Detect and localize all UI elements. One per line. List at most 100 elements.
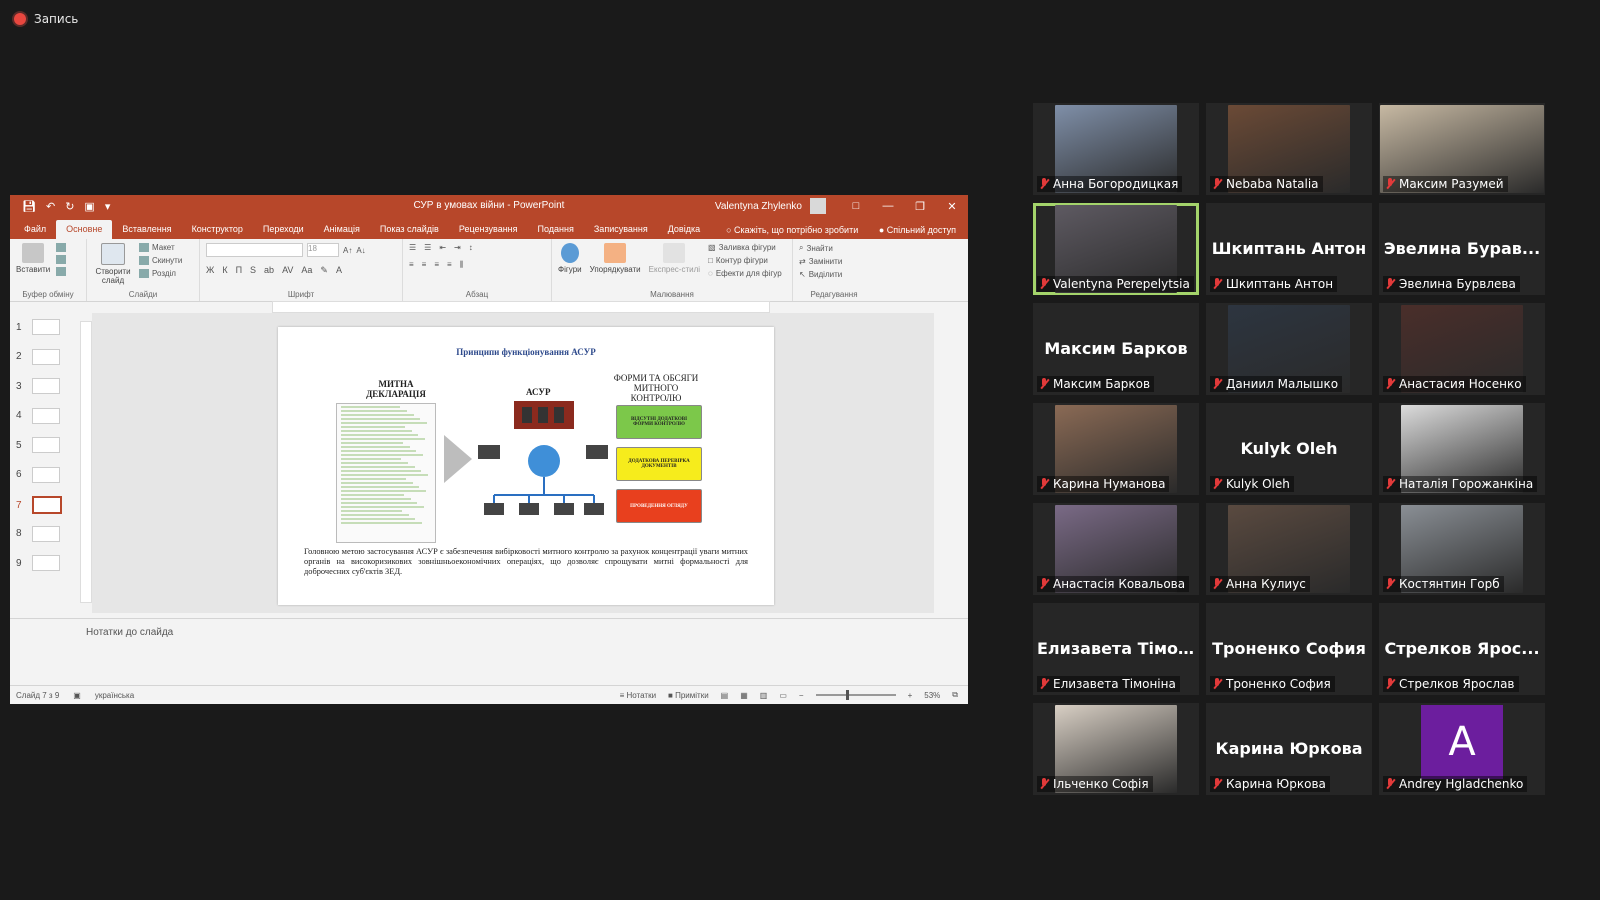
align-right-icon[interactable]: ≡: [434, 260, 439, 270]
tab-7[interactable]: Рецензування: [449, 220, 528, 239]
account-avatar-icon[interactable]: [810, 198, 826, 214]
tab-8[interactable]: Подання: [528, 220, 584, 239]
italic-icon[interactable]: К: [222, 265, 227, 276]
numbering-icon[interactable]: ☰: [424, 243, 431, 252]
grow-font-icon[interactable]: A↑: [343, 246, 352, 255]
participant-tile[interactable]: Костянтин Горб: [1379, 503, 1545, 595]
current-slide[interactable]: Принципи функціонування АСУР МИТНА ДЕКЛА…: [278, 327, 774, 605]
increase-indent-icon[interactable]: ⇥: [454, 243, 461, 252]
participant-tile[interactable]: Стрелков Ярос... Стрелков Ярослав: [1379, 603, 1545, 695]
slide-thumbnail[interactable]: 6: [16, 466, 60, 483]
tab-3[interactable]: Конструктор: [182, 220, 253, 239]
zoom-level[interactable]: 53%: [924, 691, 940, 700]
participant-tile[interactable]: Максим Барков Максим Барков: [1033, 303, 1199, 395]
justify-icon[interactable]: ≡: [447, 260, 452, 270]
accessibility-icon[interactable]: ▣: [73, 691, 81, 700]
tab-2[interactable]: Вставлення: [112, 220, 181, 239]
layout-button[interactable]: Макет: [139, 243, 182, 252]
slideshow-view-icon[interactable]: ▭: [779, 691, 787, 700]
columns-icon[interactable]: ⫼: [460, 260, 464, 270]
participant-tile[interactable]: Шкиптань Антон Шкиптань Антон: [1206, 203, 1372, 295]
shape-fill-button[interactable]: ▧ Заливка фігури: [708, 243, 782, 252]
participant-tile[interactable]: Valentyna Perepelytsia: [1033, 203, 1199, 295]
participant-tile[interactable]: Наталія Горожанкіна: [1379, 403, 1545, 495]
language-indicator[interactable]: українська: [95, 691, 134, 700]
reading-view-icon[interactable]: ▥: [760, 691, 768, 700]
undo-icon[interactable]: ↶: [46, 200, 55, 213]
notes-toggle[interactable]: ≡ Нотатки: [620, 691, 656, 700]
align-left-icon[interactable]: ≡: [409, 260, 414, 270]
bold-icon[interactable]: Ж: [206, 265, 214, 276]
tell-me-search[interactable]: ○ Скажіть, що потрібно зробити: [718, 221, 866, 239]
start-slideshow-icon[interactable]: ▣: [84, 200, 94, 213]
slide-thumbnail[interactable]: 5: [16, 437, 60, 453]
customize-qat-icon[interactable]: ▾: [105, 200, 111, 213]
char-spacing-icon[interactable]: AV: [282, 265, 293, 276]
font-name-input[interactable]: [206, 243, 303, 257]
slide-thumbnail[interactable]: 4: [16, 407, 60, 424]
font-color-icon[interactable]: A: [336, 265, 342, 276]
tab-9[interactable]: Записування: [584, 220, 658, 239]
tab-6[interactable]: Показ слайдів: [370, 220, 449, 239]
close-icon[interactable]: ✕: [936, 200, 968, 213]
save-icon[interactable]: 💾︎: [22, 200, 36, 213]
tab-0[interactable]: Файл: [14, 220, 56, 239]
share-button[interactable]: ● Спільний доступ: [867, 221, 968, 239]
shrink-font-icon[interactable]: A↓: [356, 246, 365, 255]
bullets-icon[interactable]: ☰: [409, 243, 416, 252]
tab-10[interactable]: Довідка: [658, 220, 710, 239]
font-size-input[interactable]: 18: [307, 243, 339, 257]
arrange-button[interactable]: Упорядкувати: [590, 243, 641, 282]
find-button[interactable]: ⌕ Знайти: [799, 243, 869, 253]
select-button[interactable]: ↖ Виділити: [799, 270, 869, 279]
recording-indicator[interactable]: Запись: [14, 12, 78, 26]
slide-thumbnail[interactable]: 9: [16, 555, 60, 571]
zoom-out-icon[interactable]: −: [799, 691, 804, 700]
tab-5[interactable]: Анімація: [314, 220, 370, 239]
participant-tile[interactable]: Максим Разумей: [1379, 103, 1545, 195]
participant-tile[interactable]: Анна Богородицкая: [1033, 103, 1199, 195]
participant-tile[interactable]: Елизавета Тімо... Елизавета Тімоніна: [1033, 603, 1199, 695]
restore-icon[interactable]: ❐: [904, 200, 936, 213]
account-name[interactable]: Valentyna Zhylenko: [715, 201, 802, 212]
slide-thumbnail[interactable]: 8: [16, 525, 60, 542]
ribbon-display-icon[interactable]: □: [840, 200, 872, 212]
normal-view-icon[interactable]: ▤: [721, 691, 729, 700]
shape-effects-button[interactable]: ◌ Ефекти для фігур: [708, 269, 782, 278]
slide-thumbnail[interactable]: 2: [16, 348, 60, 365]
underline-icon[interactable]: П: [236, 265, 242, 276]
fit-slide-icon[interactable]: ⧉: [952, 690, 958, 700]
slide-sorter-icon[interactable]: ▦: [740, 691, 748, 700]
participant-tile[interactable]: A Andrey Hgladchenko: [1379, 703, 1545, 795]
zoom-slider[interactable]: [815, 690, 896, 700]
participant-tile[interactable]: Анастасия Носенко: [1379, 303, 1545, 395]
quick-styles-button[interactable]: Експрес-стилі: [649, 243, 700, 282]
participant-tile[interactable]: Карина Юркова Карина Юркова: [1206, 703, 1372, 795]
change-case-icon[interactable]: Aa: [301, 265, 312, 276]
participant-tile[interactable]: Анастасія Ковальова: [1033, 503, 1199, 595]
zoom-slider-knob[interactable]: [845, 690, 849, 700]
participant-tile[interactable]: Nebaba Natalia: [1206, 103, 1372, 195]
participant-tile[interactable]: Kulyk Oleh Kulyk Oleh: [1206, 403, 1372, 495]
participant-tile[interactable]: Эвелина Бурав... Эвелина Бурвлева: [1379, 203, 1545, 295]
participant-tile[interactable]: Ільченко Софія: [1033, 703, 1199, 795]
shape-outline-button[interactable]: □ Контур фігури: [708, 256, 782, 265]
participant-tile[interactable]: Троненко София Троненко София: [1206, 603, 1372, 695]
slide-body-text[interactable]: Головною метою застосування АСУР є забез…: [304, 547, 748, 577]
tab-4[interactable]: Переходи: [253, 220, 314, 239]
reset-button[interactable]: Скинути: [139, 256, 182, 265]
participant-tile[interactable]: Анна Кулиус: [1206, 503, 1372, 595]
replace-button[interactable]: ⇄ Замінити: [799, 257, 869, 266]
slide-thumbnail[interactable]: 1: [16, 319, 60, 335]
shapes-button[interactable]: Фігури: [558, 243, 582, 282]
comments-toggle[interactable]: ■ Примітки: [668, 691, 709, 700]
section-button[interactable]: Розділ: [139, 269, 182, 278]
slide-thumbnail[interactable]: 7: [16, 496, 62, 514]
cut-icon[interactable]: [56, 243, 67, 252]
notes-pane[interactable]: Нотатки до слайда: [10, 618, 968, 681]
decrease-indent-icon[interactable]: ⇤: [439, 243, 446, 252]
redo-icon[interactable]: ↻: [65, 200, 74, 213]
shadow-icon[interactable]: S: [250, 265, 256, 276]
new-slide-button[interactable]: Створити слайд: [93, 243, 133, 285]
slide-thumbnail[interactable]: 3: [16, 378, 60, 394]
